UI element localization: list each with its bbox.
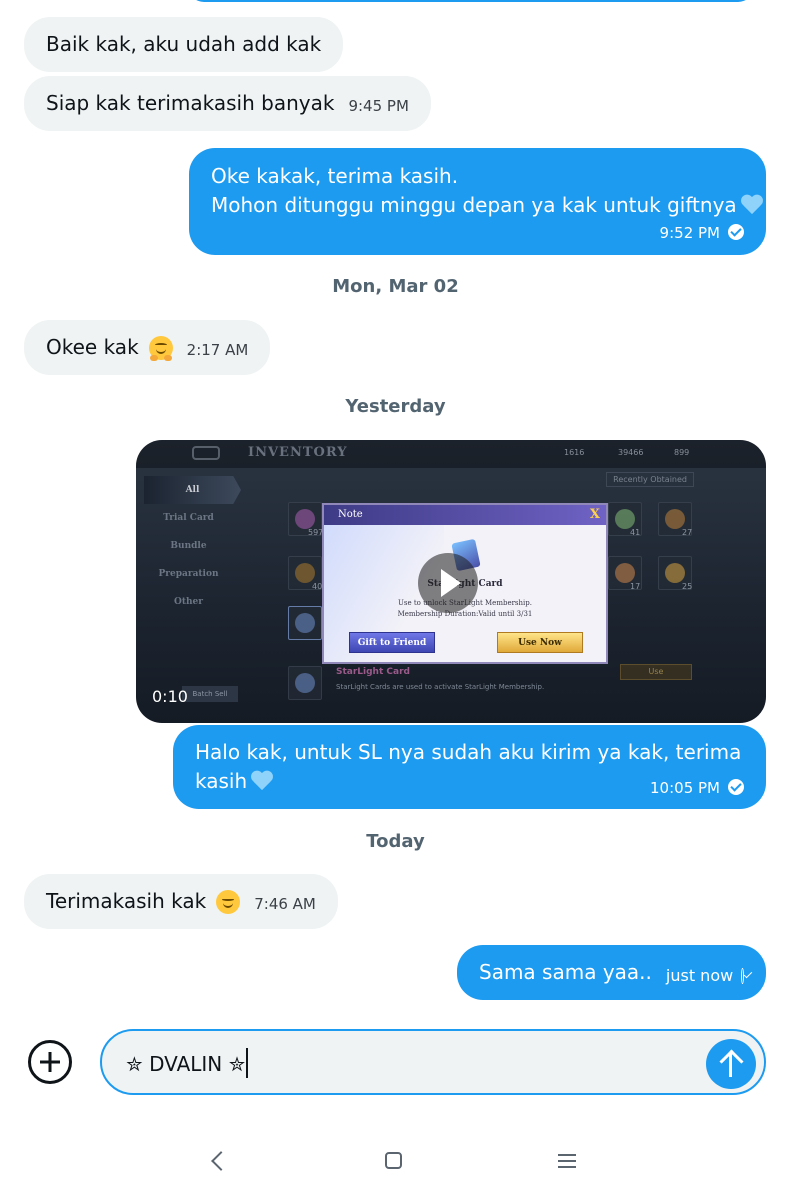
game-tab: Preparation (158, 569, 219, 579)
previous-message-bubble-edge (188, 0, 754, 2)
game-stat: 1616 (564, 448, 585, 457)
game-item-desc: StarLight Cards are used to activate Sta… (336, 683, 545, 691)
message-text: Oke kakak, terima kasih. (211, 164, 459, 188)
gift-to-friend-button: Gift to Friend (349, 632, 435, 653)
message-input-text[interactable]: ✮ DVALIN ✮ (126, 1048, 249, 1078)
message-text: Okee kak (46, 335, 139, 359)
hugging-face-emoji-icon (148, 335, 173, 361)
message-text-line-content: Mohon ditunggu minggu depan ya kak untuk… (211, 193, 737, 217)
game-item-count: 25 (682, 582, 693, 591)
game-tab: All (144, 476, 241, 504)
dialog-title: Note (338, 509, 363, 520)
incoming-message[interactable]: Okee kak 2:17 AM (24, 320, 271, 375)
message-text: Terimakasih kak (46, 889, 207, 913)
check-circle-icon (728, 224, 744, 240)
dialog-desc: Membership Duration:Valid until 3/31 (397, 610, 533, 618)
game-item-slot (288, 666, 322, 700)
date-separator: Today (366, 831, 425, 852)
message-text-line: Mohon ditunggu minggu depan ya kak untuk… (211, 191, 763, 220)
game-recently-obtained: Recently Obtained (606, 472, 694, 487)
outgoing-message[interactable]: Sama sama yaa.. just now (457, 945, 766, 1000)
game-item-count: 597 (308, 528, 324, 537)
message-meta: 10:05 PM (650, 774, 744, 803)
game-item-count: 27 (682, 528, 693, 537)
message-meta: 9:52 PM (660, 219, 744, 248)
game-stat: 39466 (618, 448, 644, 457)
dialog-header: Note X (324, 505, 606, 525)
game-item-count: 40 (312, 582, 323, 591)
game-item-slot (288, 606, 322, 640)
message-text: Siap kak terimakasih banyak (46, 91, 335, 115)
game-use-button: Use (620, 664, 692, 680)
smiling-face-emoji-icon (216, 889, 241, 914)
game-item-count: 41 (630, 528, 641, 537)
message-time: 10:05 PM (650, 779, 720, 797)
video-duration: 0:10 (152, 687, 188, 706)
light-blue-heart-icon (741, 195, 763, 215)
use-now-button: Use Now (497, 632, 583, 653)
game-tab: Trial Card (163, 513, 214, 523)
message-text: Baik kak, aku udah add kak (46, 32, 322, 56)
game-back-icon (192, 446, 220, 460)
message-input-value: ✮ DVALIN ✮ (126, 1052, 246, 1076)
outgoing-message[interactable]: Oke kakak, terima kasih. Mohon ditunggu … (189, 148, 766, 255)
game-tab: Bundle (170, 541, 207, 551)
send-arrow-icon[interactable] (706, 1039, 756, 1089)
game-screen-title: INVENTORY (248, 445, 348, 460)
message-input[interactable]: ✮ DVALIN ✮ (100, 1029, 766, 1095)
back-icon[interactable] (211, 1151, 231, 1171)
message-text-line-content: kasih (195, 769, 248, 793)
video-attachment[interactable]: INVENTORY 1616 39466 899 Recently Obtain… (136, 440, 766, 723)
text-caret (246, 1048, 249, 1078)
game-tab: Other (173, 597, 203, 607)
message-time: 9:45 PM (348, 97, 409, 115)
message-time: just now (665, 966, 734, 985)
incoming-message[interactable]: Siap kak terimakasih banyak 9:45 PM (24, 76, 431, 131)
light-blue-heart-icon (251, 771, 273, 791)
date-separator: Yesterday (345, 396, 446, 417)
outgoing-message[interactable]: Halo kak, untuk SL nya sudah aku kirim y… (173, 725, 766, 809)
game-item-count: 17 (630, 582, 641, 591)
check-circle-icon (728, 779, 744, 795)
menu-icon[interactable] (558, 1154, 576, 1168)
game-stat: 899 (674, 448, 690, 457)
game-top-bar (136, 440, 766, 468)
check-circle-outline-icon (741, 967, 744, 984)
date-separator: Mon, Mar 02 (332, 276, 459, 297)
message-text: Sama sama yaa.. (479, 960, 652, 984)
add-circle-icon[interactable] (28, 1040, 72, 1084)
game-batch-sell: Batch Sell (182, 686, 238, 702)
game-item-name: StarLight Card (336, 667, 410, 677)
incoming-message[interactable]: Baik kak, aku udah add kak (24, 17, 344, 72)
message-text-line: kasih (195, 767, 273, 796)
message-time: 2:17 AM (186, 341, 249, 359)
dialog-close-icon: X (589, 507, 600, 522)
message-time: 7:46 AM (254, 895, 316, 913)
incoming-message[interactable]: Terimakasih kak 7:46 AM (24, 874, 338, 929)
game-sidebar: All Trial Card Bundle Preparation Other (136, 476, 241, 616)
message-text: Halo kak, untuk SL nya sudah aku kirim y… (195, 740, 742, 764)
home-icon[interactable] (385, 1152, 402, 1169)
message-time: 9:52 PM (659, 224, 720, 242)
play-icon[interactable] (418, 553, 478, 613)
